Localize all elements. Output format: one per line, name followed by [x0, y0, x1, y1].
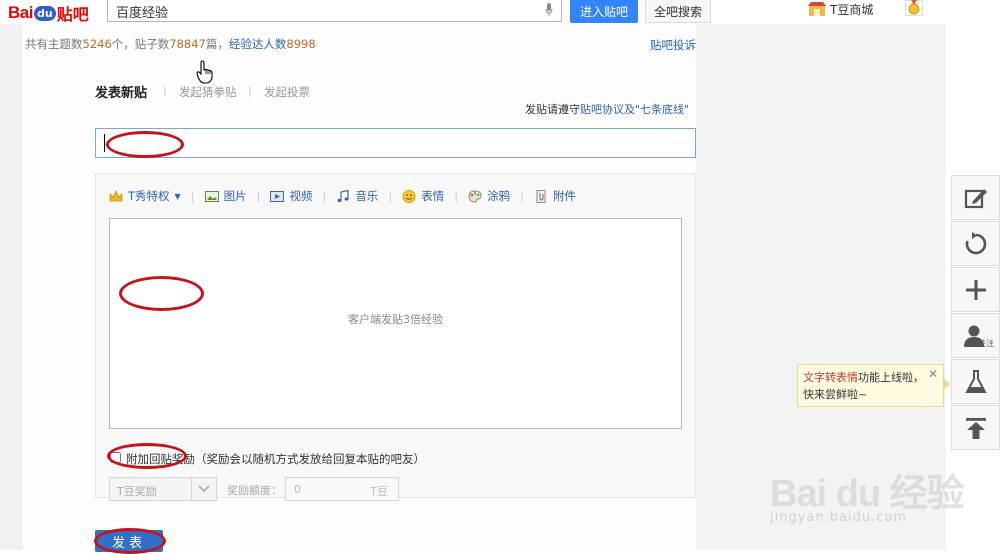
- editor-toolbar: T秀特权 ▼ | 图片 | 视频 | 音乐 | 表情 | 涂鸦 | 附件: [109, 187, 586, 205]
- attachment-icon: [536, 189, 546, 203]
- follow-tag: 关注: [978, 339, 994, 348]
- search-box: [107, 0, 562, 22]
- shop-icon: [808, 2, 826, 16]
- tool-image-label: 图片: [223, 189, 247, 203]
- chevron-down-icon: ▼: [174, 191, 181, 201]
- music-note-icon: [337, 189, 349, 202]
- right-sidebar: 关注: [951, 175, 1000, 451]
- toolbar-separator: |: [322, 189, 327, 203]
- reward-label[interactable]: 附加回贴奖励: [126, 451, 195, 467]
- topics-unit: 个，贴子数: [111, 37, 170, 51]
- submit-post-button[interactable]: 发表: [95, 530, 163, 552]
- image-icon: [204, 190, 219, 202]
- medal-icon[interactable]: [905, 0, 923, 16]
- tool-tshow[interactable]: T秀特权 ▼: [109, 188, 181, 204]
- tab-separator: |: [163, 84, 167, 97]
- tool-video-label: 视频: [289, 189, 313, 203]
- tool-attachment-label: 附件: [552, 189, 576, 203]
- experts-count: 8998: [286, 37, 316, 51]
- tool-emoji[interactable]: 表情: [402, 188, 444, 204]
- watermark-url: jingyan.baidu.com: [770, 510, 907, 525]
- chevron-down-icon: [191, 478, 216, 500]
- logo-paw: du: [33, 5, 56, 21]
- reward-amount-input[interactable]: 0 T豆: [285, 477, 399, 501]
- tab-new-post[interactable]: 发表新贴: [95, 82, 147, 101]
- close-icon[interactable]: ✕: [928, 366, 938, 383]
- tooltip-highlight: 文字转表情: [803, 371, 858, 384]
- search-all-button[interactable]: 全吧搜索: [645, 0, 711, 23]
- posts-count: 78847: [169, 37, 206, 51]
- tool-tshow-label: T秀特权: [128, 189, 170, 203]
- rules-link[interactable]: 贴吧协议及"七条底线": [580, 103, 689, 116]
- sidebar-lab-button[interactable]: [951, 359, 1000, 404]
- enter-tieba-button[interactable]: 进入贴吧: [570, 0, 638, 23]
- search-input[interactable]: [114, 0, 528, 22]
- palette-icon: [468, 189, 482, 203]
- mall-label: T豆商城: [830, 2, 874, 17]
- tool-doodle[interactable]: 涂鸦: [468, 188, 510, 204]
- flask-icon: [964, 369, 987, 393]
- baidu-tieba-logo[interactable]: Bai du 贴吧: [8, 2, 89, 24]
- tool-emoji-label: 表情: [421, 189, 445, 203]
- post-title-input[interactable]: [95, 128, 696, 158]
- reward-amount-unit: T豆: [370, 485, 388, 498]
- tooltip-text-2: 快来尝鲜啦~: [803, 388, 868, 401]
- plus-icon: [965, 279, 986, 300]
- tool-doodle-label: 涂鸦: [487, 189, 511, 203]
- reward-amount-label: 奖励额度：: [227, 484, 282, 497]
- toolbar-separator: |: [256, 189, 261, 203]
- toolbar-separator: |: [520, 189, 524, 203]
- tool-image[interactable]: 图片: [204, 188, 247, 204]
- tool-music[interactable]: 音乐: [336, 188, 378, 204]
- sidebar-refresh-button[interactable]: [951, 221, 1000, 266]
- tdou-mall-link[interactable]: T豆商城: [808, 0, 873, 18]
- logo-tieba: 贴吧: [56, 5, 89, 24]
- posts-unit: 篇，: [205, 37, 229, 51]
- video-icon: [270, 190, 285, 202]
- toolbar-separator: |: [388, 189, 393, 203]
- tool-music-label: 音乐: [355, 189, 379, 203]
- toolbar-separator: |: [190, 189, 195, 203]
- report-link[interactable]: 贴吧投诉: [650, 37, 696, 53]
- reward-note: （奖励会以随机方式发放给回复本贴的吧友）: [195, 452, 425, 466]
- sidebar-top-button[interactable]: [951, 405, 1000, 450]
- feature-tooltip: 文字转表情功能上线啦， 快来尝鲜啦~ ✕: [797, 364, 944, 407]
- tab-vote[interactable]: 发起投票: [264, 84, 310, 100]
- baidu-jingyan-watermark: Bai du 经验: [770, 473, 965, 515]
- page-background-left: [0, 24, 23, 550]
- reward-amount-value: 0: [294, 483, 301, 496]
- reward-checkbox[interactable]: [110, 452, 121, 463]
- text-caret: [104, 134, 105, 152]
- topics-count: 5246: [82, 37, 112, 51]
- tab-ringtone-post[interactable]: 发起猜拳贴: [179, 84, 237, 100]
- experts-link[interactable]: 经验达人数: [229, 37, 287, 51]
- smiley-icon: [402, 189, 416, 203]
- rules-prefix: 发贴请遵守: [525, 103, 580, 116]
- reward-select-value: T豆奖励: [117, 485, 157, 498]
- back-to-top-icon: [965, 417, 986, 439]
- sidebar-follow-button[interactable]: 关注: [951, 313, 1000, 358]
- posting-rules: 发贴请遵守贴吧协议及"七条底线": [525, 101, 689, 117]
- sidebar-post-button[interactable]: [951, 175, 1000, 220]
- tab-separator: |: [248, 84, 252, 97]
- topics-label: 共有主题数: [25, 37, 83, 51]
- editor-placeholder: 客户端发贴3倍经验: [348, 313, 443, 326]
- toolbar-separator: |: [454, 189, 459, 203]
- tooltip-arrow: [943, 378, 950, 390]
- crown-icon: [109, 189, 123, 201]
- logo-bai: Bai: [8, 3, 33, 22]
- forum-stats: 共有主题数5246个，贴子数78847篇，经验达人数8998: [25, 36, 316, 52]
- sidebar-add-button[interactable]: [951, 267, 1000, 312]
- reward-type-select[interactable]: T豆奖励: [109, 477, 217, 501]
- tool-video[interactable]: 视频: [270, 188, 312, 204]
- tool-attachment[interactable]: 附件: [534, 188, 576, 204]
- hand-cursor-icon: [196, 60, 213, 84]
- edit-icon: [964, 188, 987, 208]
- refresh-icon: [965, 231, 986, 254]
- tooltip-text-1: 功能上线啦，: [858, 371, 924, 384]
- microphone-icon[interactable]: [545, 3, 553, 16]
